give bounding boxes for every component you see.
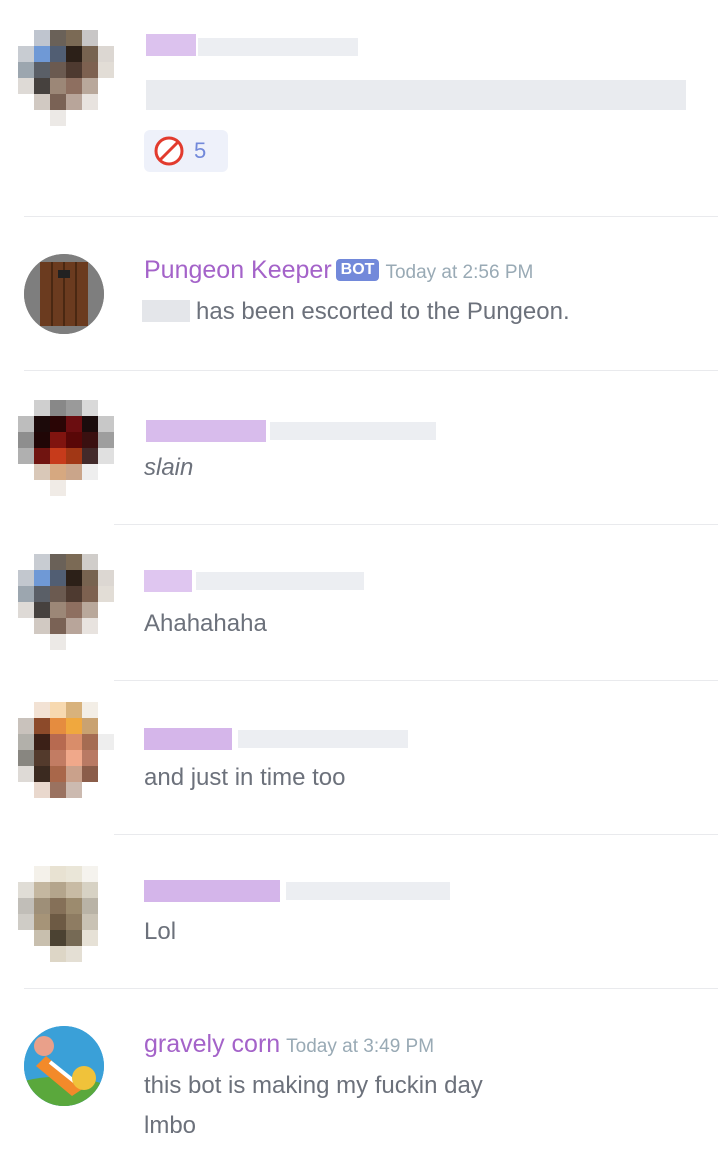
author-name[interactable]: Pungeon Keeper BOT Today at 2:56 PM — [144, 256, 533, 285]
user-mention-redacted[interactable] — [142, 300, 190, 322]
avatar[interactable] — [18, 400, 114, 496]
message-line-1: this bot is making my fuckin day — [144, 1072, 483, 1099]
avatar[interactable] — [18, 866, 114, 962]
message-4: Ahahahaha — [0, 524, 718, 680]
message-text-redacted — [146, 80, 686, 110]
message-text: Ahahahaha — [144, 610, 267, 637]
no-pun-icon — [154, 136, 184, 166]
avatar[interactable] — [18, 554, 114, 650]
timestamp: Today at 2:56 PM — [385, 262, 534, 283]
message-1: 5 — [0, 0, 718, 216]
message-text: and just in time too — [144, 764, 346, 791]
timestamp-redacted — [270, 422, 436, 440]
author-name-text[interactable]: Pungeon Keeper — [144, 256, 332, 284]
author-name-redacted[interactable] — [144, 728, 232, 750]
author-name-redacted[interactable] — [146, 34, 196, 56]
reaction-count: 5 — [194, 138, 207, 163]
avatar[interactable] — [18, 30, 114, 126]
message-text: Lol — [144, 918, 177, 945]
message-6: Lol — [0, 834, 718, 988]
author-name-text[interactable]: gravely corn — [144, 1030, 280, 1058]
author-name-redacted[interactable] — [146, 420, 266, 442]
dungeon-door-svg — [24, 254, 104, 334]
cartoon-avatar-svg — [24, 1026, 104, 1106]
avatar[interactable] — [18, 702, 114, 798]
dungeon-door-icon[interactable] — [24, 254, 104, 334]
timestamp-redacted — [238, 730, 408, 748]
reaction-button[interactable]: 5 — [144, 130, 228, 172]
message-3: slain — [0, 370, 718, 524]
author-name-redacted[interactable] — [144, 880, 280, 902]
timestamp: Today at 3:49 PM — [286, 1036, 435, 1057]
cartoon-avatar-icon[interactable] — [24, 1026, 104, 1106]
author-name-redacted[interactable] — [144, 570, 192, 592]
timestamp-redacted — [198, 38, 358, 56]
message-7: gravely corn Today at 3:49 PM this bot is… — [0, 988, 718, 1168]
bot-badge: BOT — [335, 259, 380, 281]
message-line-2: lmbo — [144, 1112, 197, 1139]
message-2: Pungeon Keeper BOT Today at 2:56 PM has be… — [0, 216, 718, 370]
timestamp-redacted — [286, 882, 450, 900]
timestamp-redacted — [196, 572, 364, 590]
author-name[interactable]: gravely corn Today at 3:49 PM — [144, 1030, 434, 1059]
message-text: has been escorted to the Pungeon. — [196, 298, 570, 325]
message-5: and just in time too — [0, 680, 718, 834]
message-text: slain — [144, 454, 194, 481]
